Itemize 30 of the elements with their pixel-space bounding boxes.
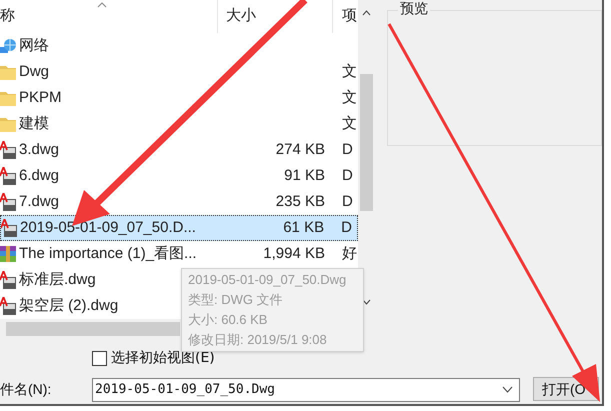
file-type: D bbox=[342, 192, 353, 210]
file-size: 274 KB bbox=[276, 140, 325, 158]
file-name: 架空层 (2).dwg bbox=[19, 296, 118, 316]
file-type: D bbox=[342, 140, 353, 158]
file-name: 7.dwg bbox=[19, 192, 60, 212]
file-name: 3.dwg bbox=[19, 140, 60, 160]
file-name: 网络 bbox=[19, 36, 49, 56]
file-size: 235 KB bbox=[276, 192, 325, 210]
file-name: 6.dwg bbox=[19, 166, 60, 186]
tooltip-text: 2019-05-01-09_07_50.Dwg bbox=[188, 271, 346, 289]
file-type: 文 bbox=[342, 88, 357, 106]
file-name: 建模 bbox=[19, 114, 49, 134]
file-type: 文 bbox=[342, 62, 357, 80]
file-name: 2019-05-01-09_07_50.D... bbox=[20, 218, 196, 238]
file-size: 61 KB bbox=[283, 218, 324, 236]
preview-title: 预览 bbox=[398, 1, 430, 15]
file-name: The importance (1)_看图... bbox=[19, 244, 197, 264]
file-size: 1,994 KB bbox=[263, 244, 325, 262]
file-type: 好 bbox=[342, 244, 357, 262]
file-name: 标准层.dwg bbox=[19, 270, 96, 290]
file-name-label: 件名(N): bbox=[0, 380, 52, 399]
file-type: D bbox=[341, 218, 352, 236]
tooltip-text: 类型: DWG 文件 bbox=[188, 291, 283, 309]
tooltip-text: 修改日期: 2019/5/1 9:08 bbox=[188, 331, 327, 349]
tooltip-text: 大小: 60.6 KB bbox=[188, 311, 268, 329]
file-type: D bbox=[342, 166, 353, 184]
file-type: 文 bbox=[342, 114, 357, 132]
file-name: Dwg bbox=[19, 62, 50, 82]
file-size: 91 KB bbox=[284, 166, 325, 184]
file-name: PKPM bbox=[19, 88, 62, 108]
